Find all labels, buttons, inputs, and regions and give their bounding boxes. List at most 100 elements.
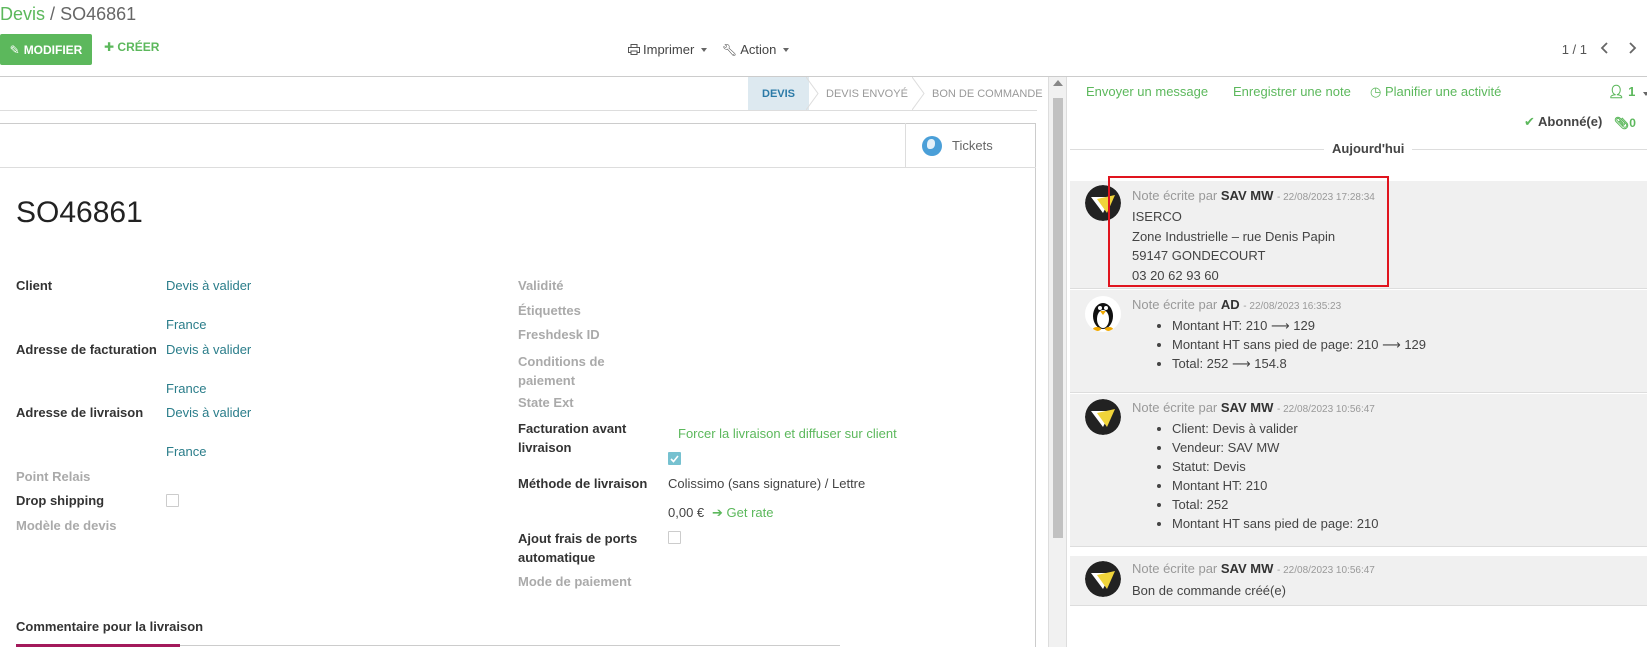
- globe-icon: [922, 135, 942, 156]
- message-author[interactable]: AD: [1221, 297, 1240, 312]
- clock-icon: ◷: [1370, 84, 1382, 99]
- followers-count: 1: [1628, 84, 1636, 99]
- pager-value[interactable]: 1 / 1: [1562, 42, 1587, 57]
- message-author[interactable]: SAV MW: [1221, 400, 1273, 415]
- breadcrumb-parent[interactable]: Devis: [0, 4, 45, 24]
- log-note-button[interactable]: Enregistrer une note: [1233, 84, 1351, 99]
- get-rate-label: Get rate: [726, 505, 774, 520]
- scroll-up-arrow[interactable]: [1053, 80, 1063, 86]
- arrow-right-icon: ➔: [712, 505, 723, 520]
- create-button[interactable]: ✚ CRÉER: [104, 40, 159, 54]
- avatar: [1085, 296, 1121, 332]
- freshdesk-id-label: Freshdesk ID: [518, 327, 600, 342]
- relay-point-label: Point Relais: [16, 469, 91, 484]
- subscribed-label: Abonné(e): [1538, 114, 1603, 129]
- chevron-right-icon: [1629, 42, 1637, 54]
- message-date: - 22/08/2023 10:56:47: [1277, 404, 1375, 415]
- breadcrumb-current: SO46861: [60, 4, 137, 24]
- message-meta: Note écrite par SAV MW - 22/08/2023 10:5…: [1132, 400, 1375, 415]
- drop-shipping-checkbox[interactable]: [166, 494, 179, 507]
- client-value[interactable]: Devis à valider: [166, 278, 251, 293]
- breadcrumb-separator: /: [50, 4, 56, 24]
- pencil-icon: ✎: [9, 42, 20, 57]
- message-prefix: Note écrite par: [1132, 297, 1218, 312]
- state-ext-label: State Ext: [518, 395, 574, 410]
- chevron-down-icon: [701, 47, 708, 52]
- button-box: [0, 123, 1036, 168]
- message-prefix: Note écrite par: [1132, 561, 1218, 576]
- print-menu-label: Imprimer: [643, 42, 695, 57]
- edit-button[interactable]: ✎ MODIFIER: [0, 34, 92, 65]
- delivery-method-value[interactable]: Colissimo (sans signature) / Lettre: [668, 476, 865, 491]
- client-label: Client: [16, 278, 53, 293]
- get-rate-button[interactable]: ➔ Get rate: [712, 505, 774, 521]
- followers-button[interactable]: 👤︎ 1: [1608, 84, 1647, 100]
- schedule-activity-label: Planifier une activité: [1384, 84, 1502, 99]
- list-item: Montant HT: 210: [1172, 476, 1378, 495]
- wrench-icon: 🔧︎: [722, 42, 738, 57]
- tickets-button[interactable]: Tickets: [905, 123, 1036, 168]
- message-date: - 22/08/2023 10:56:47: [1277, 565, 1375, 576]
- tickets-label: Tickets: [952, 138, 993, 153]
- check-icon: [670, 454, 679, 463]
- list-item: Vendeur: SAV MW: [1172, 438, 1378, 457]
- message-changes: Montant HT: 210 ⟶ 129 Montant HT sans pi…: [1132, 316, 1426, 373]
- date-separator-label: Aujourd'hui: [1324, 141, 1413, 156]
- chevron-down-icon: [1643, 92, 1647, 96]
- drop-shipping-label: Drop shipping: [16, 493, 105, 508]
- payment-terms-label: Conditions de paiement: [518, 354, 605, 388]
- message-meta: Note écrite par SAV MW - 22/08/2023 10:5…: [1132, 561, 1375, 576]
- message-date: - 22/08/2023 16:35:23: [1243, 301, 1342, 312]
- invoice-address-label: Adresse de facturation: [16, 342, 157, 357]
- action-menu-label: Action: [740, 42, 777, 57]
- auto-shipping-checkbox[interactable]: [668, 531, 681, 544]
- edit-button-label: MODIFIER: [23, 42, 83, 57]
- highlight-box: [1108, 176, 1389, 287]
- avatar: [1085, 561, 1121, 597]
- message-prefix: Note écrite par: [1132, 400, 1218, 415]
- list-item: Statut: Devis: [1172, 457, 1378, 476]
- order-name: SO46861: [16, 196, 143, 229]
- subscribed-button[interactable]: ✔ Abonné(e): [1524, 114, 1602, 130]
- list-item: Montant HT sans pied de page: 210: [1172, 514, 1378, 533]
- stage-separator: [805, 76, 820, 111]
- delivery-comment-label: Commentaire pour la livraison: [16, 619, 204, 634]
- stage-separator: [911, 76, 926, 111]
- attachments-count: 0: [1629, 116, 1636, 130]
- message-changes: Client: Devis à valider Vendeur: SAV MW …: [1132, 419, 1378, 533]
- delivery-address-label: Adresse de livraison: [16, 405, 144, 420]
- print-icon: [628, 44, 640, 55]
- action-menu[interactable]: 🔧︎ Action: [722, 42, 790, 57]
- list-item: Total: 252 ⟶ 154.8: [1172, 354, 1426, 373]
- breadcrumb: Devis / SO46861: [0, 4, 136, 25]
- quote-template-label: Modèle de devis: [16, 518, 117, 533]
- chevron-left-icon: [1600, 42, 1608, 54]
- plus-icon: ✚: [104, 40, 115, 54]
- schedule-activity-button[interactable]: ◷ Planifier une activité: [1370, 84, 1501, 100]
- stage-bon-de-commande[interactable]: BON DE COMMANDE: [932, 77, 1043, 110]
- scrollbar-thumb[interactable]: [1053, 98, 1063, 538]
- invoice-address-country: France: [166, 381, 207, 396]
- invoice-address-value[interactable]: Devis à valider: [166, 342, 251, 357]
- status-bar: DEVIS DEVIS ENVOYÉ BON DE COMMANDE: [0, 76, 1043, 111]
- print-menu[interactable]: Imprimer: [628, 42, 708, 57]
- chevron-down-icon: [783, 47, 790, 52]
- payment-mode-label: Mode de paiement: [518, 574, 632, 589]
- invoice-before-delivery-checkbox[interactable]: [668, 452, 681, 465]
- client-country: France: [166, 317, 207, 332]
- validity-label: Validité: [518, 278, 564, 293]
- stage-devis-envoye[interactable]: DEVIS ENVOYÉ: [826, 77, 908, 110]
- delivery-address-value[interactable]: Devis à valider: [166, 405, 251, 420]
- next-record-button[interactable]: [1625, 40, 1639, 56]
- list-item: Montant HT sans pied de page: 210 ⟶ 129: [1172, 335, 1426, 354]
- message-meta: Note écrite par AD - 22/08/2023 16:35:23: [1132, 297, 1341, 312]
- previous-record-button[interactable]: [1598, 40, 1612, 56]
- message-author[interactable]: SAV MW: [1221, 561, 1273, 576]
- force-delivery-button[interactable]: Forcer la livraison et diffuser sur clie…: [678, 426, 897, 441]
- create-button-label: CRÉER: [117, 40, 160, 54]
- attachments-button[interactable]: 📎︎0: [1614, 116, 1636, 130]
- avatar: [1085, 399, 1121, 435]
- send-message-button[interactable]: Envoyer un message: [1086, 84, 1208, 99]
- list-item: Total: 252: [1172, 495, 1378, 514]
- shipping-cost-value: 0,00 €: [668, 505, 705, 520]
